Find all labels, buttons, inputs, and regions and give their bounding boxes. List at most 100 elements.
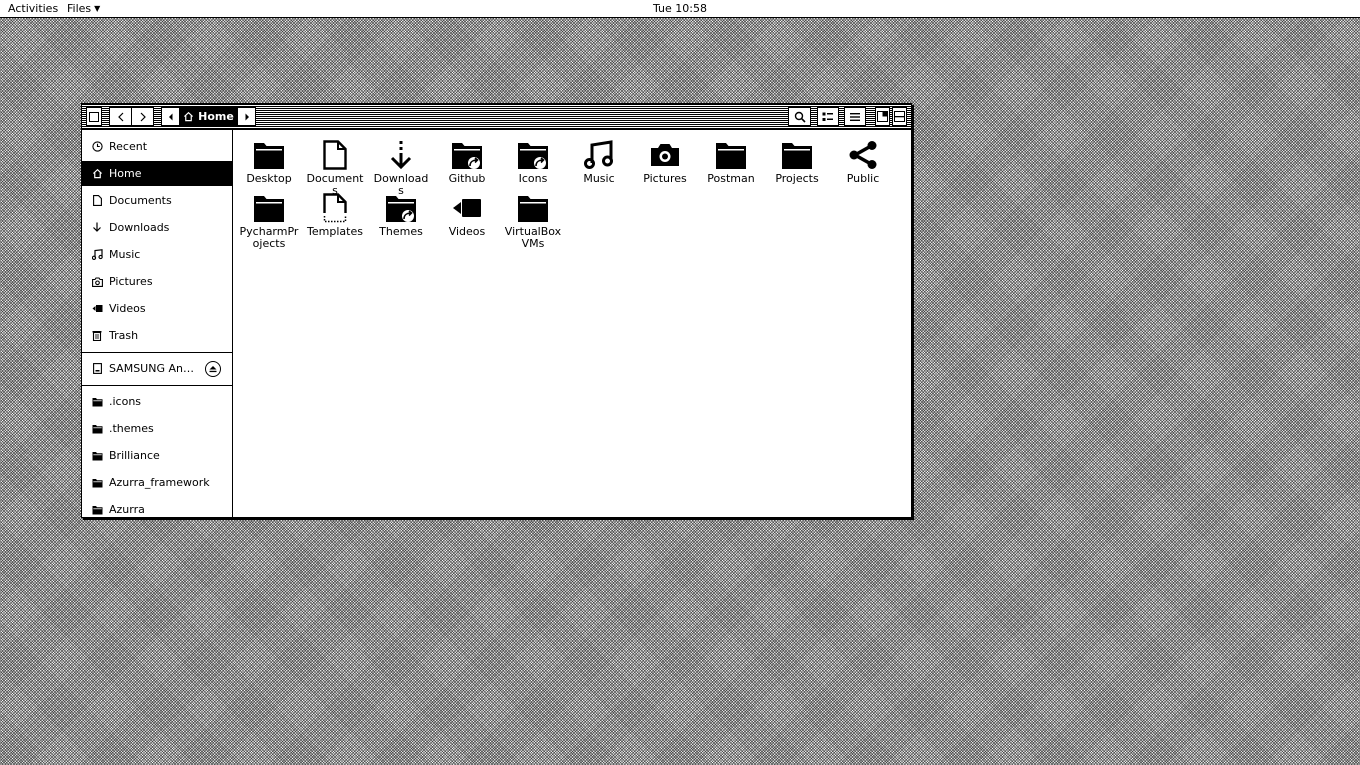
file-item-themes[interactable]: Themes	[371, 191, 431, 238]
path-left-button[interactable]	[161, 107, 180, 126]
sidebar-item-bookmark-themes[interactable]: .themes	[82, 416, 232, 441]
file-name: Github	[448, 172, 486, 185]
sidebar-item-label: .themes	[109, 422, 154, 435]
file-item-github[interactable]: Github	[437, 138, 497, 185]
sidebar-item-label: SAMSUNG Andr…	[109, 362, 199, 375]
video-icon	[437, 191, 497, 225]
eject-icon	[209, 366, 217, 373]
clock[interactable]: Tue 10:58	[653, 2, 707, 15]
folder-icon	[767, 138, 827, 172]
sidebar-item-label: Recent	[109, 140, 148, 153]
sidebar-toggle-icon	[89, 111, 99, 122]
sidebar-item-music[interactable]: Music	[82, 242, 232, 267]
sidebar-item-label: Music	[109, 248, 141, 261]
window-maximize-button[interactable]	[892, 107, 907, 126]
file-item-virtualbox-vms[interactable]: VirtualBox VMs	[503, 191, 563, 250]
folder-icon	[91, 396, 103, 408]
back-button[interactable]	[109, 107, 132, 126]
file-name: Videos	[448, 225, 486, 238]
top-bar: Activities Files ▼ Tue 10:58	[0, 0, 1360, 18]
folder-icon	[239, 191, 299, 225]
sidebar-item-label: Videos	[109, 302, 146, 315]
share-icon	[833, 138, 893, 172]
folder-icon	[91, 477, 103, 489]
camera-icon	[91, 276, 103, 288]
sidebar-item-samsung-device[interactable]: SAMSUNG Andr…	[82, 356, 232, 381]
window-split-icon	[877, 111, 888, 122]
sidebar-item-label: Azurra	[109, 503, 145, 516]
path-left-icon	[168, 113, 172, 120]
template-icon	[305, 191, 365, 225]
file-item-pictures[interactable]: Pictures	[635, 138, 695, 185]
sidebar-item-trash[interactable]: Trash	[82, 323, 232, 348]
folder-icon	[91, 504, 103, 516]
folder-link-icon	[371, 191, 431, 225]
sidebar-item-label: Downloads	[109, 221, 170, 234]
back-icon	[117, 112, 123, 121]
file-item-templates[interactable]: Templates	[305, 191, 365, 238]
file-item-public[interactable]: Public	[833, 138, 893, 185]
file-item-desktop[interactable]: Desktop	[239, 138, 299, 185]
file-name: PycharmPr ojects	[239, 225, 299, 250]
sidebar-item-bookmark-brilliance[interactable]: Brilliance	[82, 443, 232, 468]
eject-button[interactable]	[205, 361, 221, 377]
search-icon	[794, 111, 806, 123]
file-name: Projects	[775, 172, 819, 185]
sidebar-separator	[82, 385, 232, 386]
file-item-pycharmprojects[interactable]: PycharmPr ojects	[239, 191, 299, 250]
file-item-downloads[interactable]: Downloads	[371, 138, 431, 197]
sidebar-item-downloads[interactable]: Downloads	[82, 215, 232, 240]
breadcrumb-home[interactable]: Home	[179, 107, 238, 126]
sidebar-item-bookmark-azurra-framework[interactable]: Azurra_framework	[82, 470, 232, 495]
activities-button[interactable]: Activities	[8, 2, 58, 15]
sidebar-item-home[interactable]: Home	[82, 161, 232, 186]
home-icon	[184, 111, 194, 122]
path-right-button[interactable]	[237, 107, 256, 126]
sidebar-item-label: Home	[109, 167, 142, 180]
sidebar-item-recent[interactable]: Recent	[82, 134, 232, 159]
file-grid: Desktop Documents Downloads Github Icons…	[233, 130, 911, 517]
sidebar-item-label: Documents	[109, 194, 172, 207]
file-item-postman[interactable]: Postman	[701, 138, 761, 185]
path-right-icon	[245, 113, 249, 120]
file-item-projects[interactable]: Projects	[767, 138, 827, 185]
sidebar-item-label: .icons	[109, 395, 142, 408]
folder-icon	[91, 450, 103, 462]
file-item-documents[interactable]: Documents	[305, 138, 365, 197]
file-name: Music	[583, 172, 615, 185]
sidebar-item-label: Pictures	[109, 275, 153, 288]
sidebar-item-label: Brilliance	[109, 449, 160, 462]
file-manager-window: Home Recent Home Documents Downloads Mus…	[81, 103, 912, 518]
search-button[interactable]	[788, 107, 811, 126]
list-view-icon	[850, 112, 860, 121]
music-icon	[569, 138, 629, 172]
download-icon	[91, 222, 103, 234]
file-name: Postman	[707, 172, 755, 185]
video-icon	[91, 303, 103, 315]
sidebar-item-label: Azurra_framework	[109, 476, 210, 489]
sidebar-item-bookmark-icons[interactable]: .icons	[82, 389, 232, 414]
file-item-music[interactable]: Music	[569, 138, 629, 185]
sidebar-item-documents[interactable]: Documents	[82, 188, 232, 213]
folder-icon	[91, 423, 103, 435]
app-menu[interactable]: Files ▼	[67, 2, 100, 15]
app-menu-label: Files	[67, 2, 92, 15]
file-name: Pictures	[643, 172, 687, 185]
list-view-button[interactable]	[844, 107, 866, 126]
forward-icon	[140, 112, 146, 121]
window-split-button[interactable]	[875, 107, 890, 126]
sidebar-item-bookmark-azurra[interactable]: Azurra	[82, 497, 232, 517]
home-icon	[91, 168, 103, 180]
trash-icon	[91, 330, 103, 342]
camera-icon	[635, 138, 695, 172]
view-options-button[interactable]	[817, 107, 839, 126]
download-icon	[371, 138, 431, 172]
file-item-videos[interactable]: Videos	[437, 191, 497, 238]
forward-button[interactable]	[131, 107, 154, 126]
file-name: Templates	[307, 225, 363, 238]
sidebar-item-videos[interactable]: Videos	[82, 296, 232, 321]
sidebar-item-pictures[interactable]: Pictures	[82, 269, 232, 294]
drive-icon	[91, 363, 103, 375]
file-item-icons[interactable]: Icons	[503, 138, 563, 185]
sidebar-toggle-button[interactable]	[86, 107, 102, 126]
